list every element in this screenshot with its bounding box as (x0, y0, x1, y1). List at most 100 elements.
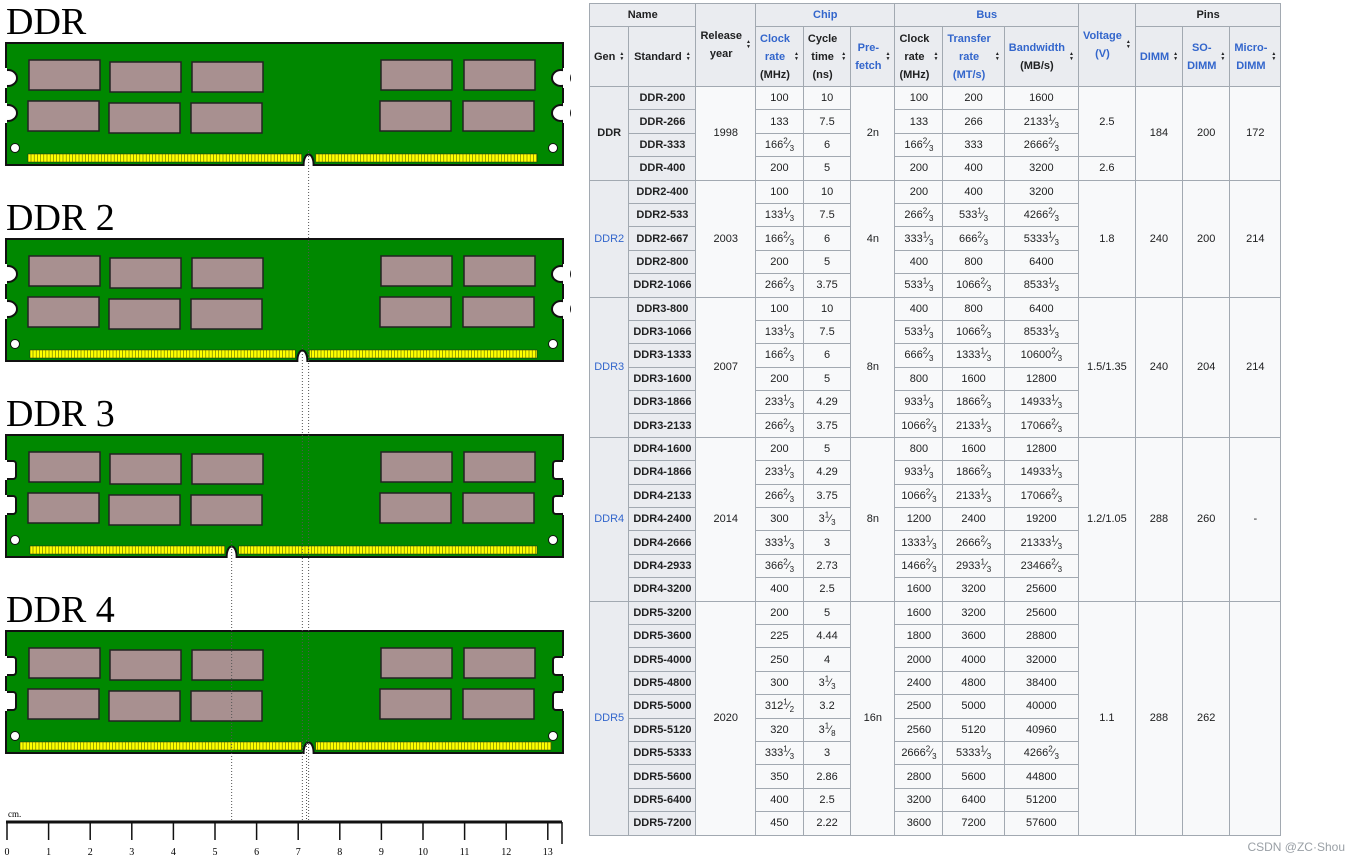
sort-arrows-icon[interactable]: ▲ ▼ (686, 51, 691, 62)
cell-bus-clock-rate: 2800 (894, 764, 944, 789)
cell-chip-clock-rate: 1662⁄3 (755, 343, 804, 368)
cell-standard: DDR3-1333 (628, 343, 697, 368)
sort-arrows-icon[interactable]: ▲ ▼ (1220, 51, 1225, 62)
sort-arrows-icon[interactable]: ▲ ▼ (886, 51, 891, 62)
cell-chip-clock-rate: 100 (755, 85, 804, 111)
cell-transfer-rate: 53331⁄3 (942, 740, 1005, 766)
column-header-chip-clock-rate-label[interactable]: Clock rate (MHz) (760, 30, 790, 84)
cell-generation[interactable]: DDR5 (588, 600, 630, 836)
group-header-chip[interactable]: Chip (754, 3, 896, 27)
cell-standard: DDR4-2133 (628, 483, 697, 509)
module-title: DDR (6, 1, 87, 43)
cell-standard: DDR5-6400 (628, 787, 697, 813)
column-header-gen[interactable]: Gen ▲ ▼ (588, 26, 630, 87)
cell-standard: DDR2-667 (628, 226, 697, 251)
cell-bandwidth: 32000 (1003, 647, 1079, 672)
memory-chip (28, 255, 101, 287)
cell-bandwidth: 149331⁄3 (1003, 390, 1079, 415)
column-header-chip-clock-rate[interactable]: Clock rate (MHz) ▲ ▼ (755, 26, 804, 87)
cell-cycle-time: 5 (802, 156, 852, 181)
cell-bus-clock-rate: 6662⁄3 (894, 343, 944, 368)
cell-generation[interactable]: DDR4 (588, 436, 630, 602)
cell-bandwidth: 38400 (1003, 670, 1079, 696)
memory-chip (379, 100, 452, 132)
column-header-transfer-rate-label[interactable]: Transfer rate (MT/s) (947, 30, 990, 84)
column-header-microdimm-label[interactable]: Micro- DIMM (1234, 39, 1267, 75)
column-header-release-year[interactable]: Release year ▲ ▼ (695, 3, 756, 87)
cell-microdimm-pins: 214 (1229, 296, 1282, 438)
table-row: DDR2 DDR2-400 2003 100 10 4n 200 400 3200 1.8 240 2… (588, 179, 1282, 298)
watermark: CSDN @ZC·Shou (1247, 840, 1345, 854)
cell-prefetch: 8n (850, 436, 896, 602)
cell-cycle-time: 10 (802, 179, 852, 204)
cell-transfer-rate: 5600 (942, 764, 1005, 789)
cell-standard: DDR5-7200 (628, 811, 697, 836)
column-header-voltage-label[interactable]: Voltage (V) (1083, 27, 1122, 63)
cell-chip-clock-rate: 1331⁄3 (755, 319, 804, 345)
cell-sodimm-pins: 262 (1182, 600, 1231, 836)
cell-standard: DDR5-4800 (628, 670, 697, 696)
cell-cycle-time: 4 (802, 647, 852, 672)
sort-arrows-icon[interactable]: ▲ ▼ (841, 51, 846, 62)
cell-transfer-rate: 3200 (942, 600, 1005, 625)
cell-generation[interactable]: DDR3 (588, 296, 630, 438)
cell-generation[interactable]: DDR2 (588, 179, 630, 298)
cell-transfer-rate: 3600 (942, 623, 1005, 649)
column-header-sodimm-label[interactable]: SO- DIMM (1187, 39, 1216, 75)
column-header-voltage[interactable]: Voltage (V) ▲ ▼ (1077, 3, 1136, 87)
sort-arrows-icon[interactable]: ▲ ▼ (1126, 40, 1131, 50)
cell-chip-clock-rate: 200 (755, 156, 804, 181)
notch-mask (0, 264, 7, 284)
sort-arrows-icon[interactable]: ▲ ▼ (933, 51, 938, 62)
cell-chip-clock-rate: 320 (755, 717, 804, 742)
column-header-cycle-time[interactable]: Cycle time (ns) ▲ ▼ (802, 26, 852, 87)
column-header-dimm[interactable]: DIMM ▲ ▼ (1134, 26, 1184, 87)
column-header-bandwidth-label[interactable]: Bandwidth (MB/s) (1009, 39, 1065, 75)
sort-arrows-icon[interactable]: ▲ ▼ (794, 51, 799, 62)
cell-cycle-time: 6 (802, 343, 852, 368)
cell-voltage: 1.5/1.35 (1077, 296, 1136, 438)
cell-cycle-time: 5 (802, 249, 852, 275)
cell-standard: DDR-200 (628, 85, 697, 111)
cell-chip-clock-rate: 200 (755, 366, 804, 392)
cell-cycle-time: 3 (802, 530, 852, 555)
sort-arrows-icon[interactable]: ▲ ▼ (746, 40, 751, 50)
cell-dimm-pins: 240 (1134, 296, 1184, 438)
group-header-bus[interactable]: Bus (894, 3, 1079, 27)
column-header-bandwidth[interactable]: Bandwidth (MB/s) ▲ ▼ (1003, 26, 1079, 87)
group-header-name: Name (588, 3, 697, 27)
memory-chip (379, 492, 452, 524)
sort-arrows-icon[interactable]: ▲ ▼ (1069, 51, 1074, 62)
cell-standard: DDR5-5120 (628, 717, 697, 742)
column-header-prefetch-label[interactable]: Pre-fetch (855, 39, 881, 75)
column-header-dimm-label[interactable]: DIMM (1140, 48, 1169, 66)
column-header-prefetch[interactable]: Pre-fetch ▲ ▼ (850, 26, 896, 87)
cell-bus-clock-rate: 133 (894, 109, 944, 134)
memory-chip (191, 453, 264, 485)
cell-voltage: 2.6 (1077, 156, 1136, 181)
cell-bandwidth: 170662⁄3 (1003, 413, 1079, 438)
table-header: Name Release year ▲ ▼ Chip Bus Voltage (V) ▲ ▼… (588, 3, 1282, 87)
memory-chip (108, 102, 181, 134)
column-header-bus-clock-rate[interactable]: Clock rate (MHz) ▲ ▼ (894, 26, 944, 87)
gold-contacts (315, 153, 538, 163)
sort-arrows-icon[interactable]: ▲ ▼ (619, 51, 624, 62)
cell-bus-clock-rate: 800 (894, 436, 944, 462)
column-header-microdimm[interactable]: Micro- DIMM ▲ ▼ (1229, 26, 1282, 87)
sort-arrows-icon[interactable]: ▲ ▼ (1173, 51, 1178, 62)
ruler-tick-label: 3 (129, 847, 134, 858)
cell-bandwidth: 44800 (1003, 764, 1079, 789)
sort-arrows-icon[interactable]: ▲ ▼ (1271, 51, 1276, 62)
cell-bandwidth: 42662⁄3 (1003, 202, 1079, 228)
cell-sodimm-pins: 200 (1182, 179, 1231, 298)
memory-chip (463, 451, 536, 483)
column-header-transfer-rate[interactable]: Transfer rate (MT/s) ▲ ▼ (942, 26, 1005, 87)
cell-standard: DDR4-1866 (628, 460, 697, 485)
module-title: DDR 3 (6, 393, 115, 435)
column-header-sodimm[interactable]: SO- DIMM ▲ ▼ (1182, 26, 1231, 87)
ruler-tick-label: 0 (5, 847, 10, 858)
memory-chip (108, 690, 181, 722)
sort-arrows-icon[interactable]: ▲ ▼ (995, 51, 1000, 62)
cell-dimm-pins: 288 (1134, 600, 1184, 836)
column-header-standard[interactable]: Standard ▲ ▼ (628, 26, 697, 87)
